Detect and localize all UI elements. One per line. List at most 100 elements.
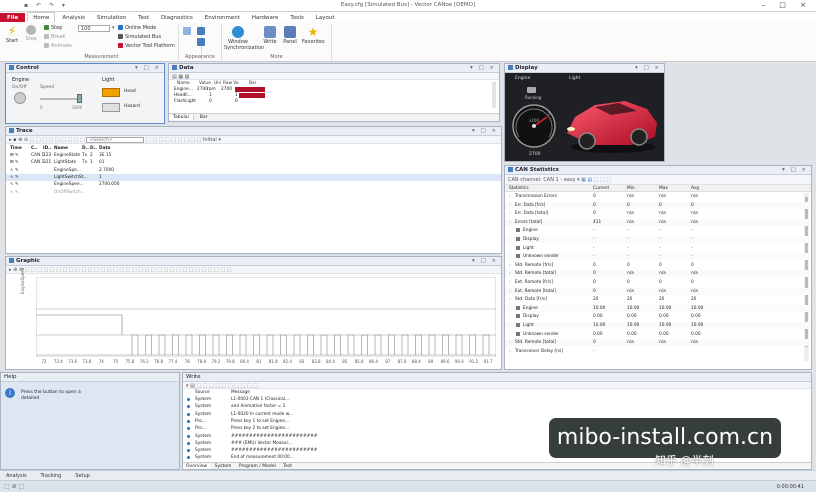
can-stat-value: n/a: [659, 340, 666, 346]
online-mode-button[interactable]: Online Mode: [118, 25, 156, 31]
can-stat-row[interactable]: › Std. Remote [total] 0 n/a n/a n/a: [505, 270, 811, 278]
expand-chevron-icon[interactable]: ›: [509, 279, 511, 286]
window-controls[interactable]: – □ ×: [762, 1, 812, 9]
tab-write-test[interactable]: Test: [280, 464, 295, 469]
write-message-row[interactable]: System L1-0020 In current mode w...: [183, 411, 811, 418]
data-scrollbar[interactable]: [492, 82, 496, 108]
hazard-switch[interactable]: [102, 103, 120, 112]
x-tick-label: 75.8: [125, 359, 135, 364]
can-stat-row[interactable]: Engine 10.00 10.00 10.00 10.00: [505, 304, 811, 312]
write-button[interactable]: Write: [262, 26, 278, 45]
can-stat-row[interactable]: Unknown sender - - - -: [505, 253, 811, 261]
expand-chevron-icon[interactable]: ›: [509, 193, 511, 200]
speed-slider-track[interactable]: [40, 98, 80, 100]
expand-icon[interactable]: ⊞ ✎: [10, 152, 19, 159]
can-stat-row[interactable]: Light 10.00 10.00 10.00 10.00: [505, 322, 811, 329]
stop-button[interactable]: Stop: [23, 25, 39, 42]
can-stat-row[interactable]: › Std. Remote [fr/s] 0 0 0 0: [505, 262, 811, 269]
write-message-row[interactable]: System L1-0003 CAN 1 (Classical...: [183, 396, 811, 403]
can-stat-row[interactable]: › Err. Data [fr/s] 0 0 0 0: [505, 201, 811, 209]
panel-controls[interactable]: ▾ □ ×: [635, 64, 661, 73]
expand-icon[interactable]: ⊞ ✎: [10, 159, 19, 166]
can-stat-row[interactable]: Engine - - - -: [505, 227, 811, 234]
can-stat-row[interactable]: Display - - - -: [505, 236, 811, 243]
can-stat-row[interactable]: Light - - - -: [505, 245, 811, 252]
expand-chevron-icon[interactable]: ›: [509, 339, 511, 346]
table-row[interactable]: ⊞ ✎ CAN 1 123 EngineState Tx 2 3E 15: [6, 152, 501, 159]
animation-speed-field[interactable]: 100: [78, 25, 110, 32]
write-toolbar[interactable]: ⏸ ▤ ⬚ ⬚ ⬚ ⬚ ⬚ ⬚ ⬚ ⬚ ⬚ ⬚: [183, 382, 811, 389]
can-stat-row[interactable]: › Transmission Errors 0 n/a n/a n/a: [505, 193, 811, 200]
expand-chevron-icon[interactable]: ›: [509, 288, 511, 295]
expand-chevron-icon[interactable]: ›: [509, 210, 511, 217]
appearance-toggle-1[interactable]: [183, 27, 193, 35]
can-stat-row[interactable]: › Transceiver Delay [ns] -: [505, 348, 811, 355]
can-stat-label: Std. Data [fr/s]: [515, 297, 547, 303]
can-stat-value: 10.00: [659, 323, 672, 328]
expand-chevron-icon[interactable]: ›: [509, 262, 511, 269]
data-toolbar[interactable]: ▤ ▦ ▧: [169, 73, 499, 80]
can-stat-row[interactable]: › Ext. Remote [fr/s] 0 0 0 0: [505, 279, 811, 286]
can-channel-select[interactable]: CAN 1 - easy: [543, 177, 575, 183]
window-synchronization-button[interactable]: Window Synchronization: [224, 26, 264, 51]
expand-chevron-icon[interactable]: ›: [509, 202, 511, 209]
trace-filter-initial[interactable]: Initial: [203, 137, 217, 143]
appearance-toggle-2[interactable]: [197, 27, 207, 35]
can-stat-row[interactable]: Display 0.00 0.00 0.00 0.00: [505, 313, 811, 320]
node-icon: [516, 314, 520, 319]
signal-plot[interactable]: [36, 277, 496, 357]
can-stat-label: Std. Remote [total]: [515, 271, 556, 277]
panel-controls[interactable]: ▾ □ ×: [782, 166, 808, 175]
can-stat-row[interactable]: Unknown sender 0.00 0.00 0.00 0.00: [505, 331, 811, 338]
table-row[interactable]: ⊞ ✎ CAN 1 321 LightState Tx 1 01: [6, 159, 501, 166]
simulated-bus-button[interactable]: Simulated Bus: [118, 34, 161, 40]
table-row[interactable]: ∿ ✎ EngineSpee... 2700.000: [6, 181, 501, 188]
table-row[interactable]: ∿ ✎ OnOffSwitch...: [6, 189, 501, 196]
tab-tabular[interactable]: Tabular: [169, 115, 195, 120]
expand-chevron-icon[interactable]: ›: [509, 348, 511, 355]
can-stat-row[interactable]: › Ext. Remote [total] 0 n/a n/a n/a: [505, 287, 811, 295]
message-text: ########################: [231, 433, 318, 439]
can-stat-row[interactable]: › Std. Data [fr/s] 20 20 20 20: [505, 296, 811, 303]
expand-chevron-icon[interactable]: ›: [509, 219, 511, 226]
tab-bar[interactable]: Bar: [196, 115, 212, 120]
animate-button[interactable]: Animate: [44, 43, 72, 49]
panel-controls[interactable]: ▾ □ ×: [472, 257, 498, 266]
can-stat-value: -: [691, 228, 693, 234]
panel-controls[interactable]: ▾ □ ×: [135, 64, 161, 73]
expand-chevron-icon[interactable]: ›: [509, 296, 511, 303]
favorites-button[interactable]: ★ Favorites: [302, 26, 325, 45]
trace-search-input[interactable]: <Search>: [86, 136, 145, 143]
expand-chevron-icon[interactable]: ›: [509, 270, 511, 277]
can-stat-row[interactable]: › Std. Remote [total] 0 n/a n/a n/a: [505, 339, 811, 347]
panel-controls[interactable]: ▾ □ ×: [470, 64, 496, 73]
tab-program-model[interactable]: Program / Model: [236, 464, 279, 469]
can-stat-value: -: [627, 254, 629, 260]
message-type-icon: [187, 419, 190, 423]
can-toolbar-icons[interactable]: ▦ ▤ ⬚ ⬚ ⬚: [581, 177, 611, 183]
start-button[interactable]: ⚡ Start: [4, 25, 20, 44]
speed-slider-handle[interactable]: [77, 94, 82, 103]
write-message-row[interactable]: System and Animation factor = 1.: [183, 403, 811, 410]
graphic-toolbar[interactable]: ▸ ⊕ ⊖ ⬚ ⬚ ⬚ ⬚ ⬚ ⬚ ⬚ ⬚ ⬚ ⬚ ⬚ ⬚ ⬚ ⬚ ⬚ ⬚ ⬚ …: [6, 266, 501, 274]
can-stat-value: 0: [659, 280, 662, 285]
trace-toolbar[interactable]: ▸ ▪ ⊕ ⊖ ⬚ ⬚ ⬚ ⬚ ⬚ ⬚ ⬚ ⬚ ⬚ <Search> ⬚ ⬚ ⬚…: [6, 136, 501, 144]
table-row[interactable]: ∿ ✎ EngineSpe... 2.7000: [6, 167, 501, 174]
status-icons[interactable]: ⬚ ⊘ ⬚: [4, 483, 24, 490]
head-light-switch[interactable]: [102, 88, 120, 97]
can-statistics-toolbar: CAN channel: CAN 1 - easy ▾ ▦ ▤ ⬚ ⬚ ⬚: [505, 175, 811, 185]
break-button[interactable]: Break: [44, 34, 65, 40]
tab-overview[interactable]: Overview: [183, 464, 211, 469]
appearance-toggle-3[interactable]: [197, 38, 207, 46]
can-stat-row[interactable]: › Errors [total] 411 n/a n/a n/a: [505, 218, 811, 226]
can-stat-row[interactable]: › Err. Data [total] 0 n/a n/a n/a: [505, 210, 811, 217]
tab-system[interactable]: System: [212, 464, 235, 469]
table-row[interactable]: ∿ ✎ LightSwitchSt... 1: [6, 173, 501, 182]
speed-dropdown-icon[interactable]: ▾: [112, 25, 115, 31]
vector-tool-platform-button[interactable]: Vector Tool Platform: [118, 43, 175, 49]
step-button[interactable]: Step: [44, 25, 62, 31]
panel-button[interactable]: Panel: [282, 26, 298, 45]
table-row[interactable]: FlashLight 0 0: [169, 98, 499, 105]
panel-controls[interactable]: ▾ □ ×: [472, 127, 498, 136]
engine-on-off-knob[interactable]: [14, 92, 26, 104]
